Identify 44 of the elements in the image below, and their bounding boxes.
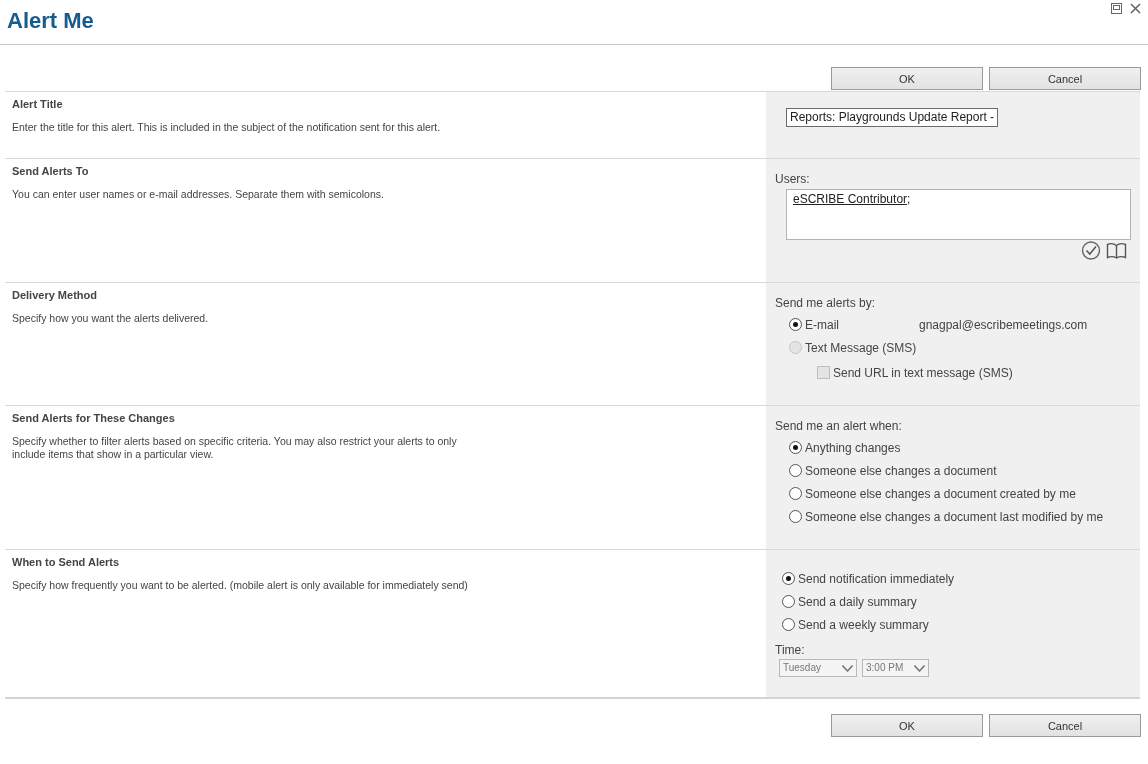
radio-button[interactable] (789, 464, 802, 477)
option-label[interactable]: Send a weekly summary (798, 617, 929, 632)
radio-button[interactable] (782, 595, 795, 608)
users-label: Users: (775, 172, 810, 186)
section-title: When to Send Alerts (12, 555, 121, 569)
section-title: Send Alerts To (12, 164, 90, 178)
cancel-button[interactable]: Cancel (989, 67, 1141, 90)
section-description: Specify how frequently you want to be alerted. (mobile alert is only available for immediately send) (12, 579, 469, 592)
radio-button[interactable] (789, 510, 802, 523)
option-label[interactable]: Anything changes (805, 440, 916, 455)
radio-button[interactable] (789, 441, 802, 454)
alert-title-field[interactable]: Reports: Playgrounds Update Report - (786, 108, 999, 127)
section-title: Send Alerts for These Changes (12, 411, 176, 425)
dialog-title: Alert Me (7, 8, 94, 34)
radio-button[interactable] (789, 487, 802, 500)
ok-button[interactable]: OK (831, 714, 983, 737)
email-address: gnagpal@escribemeetings.com (919, 317, 1088, 332)
option-label[interactable]: Someone else changes a document created by me (805, 486, 1076, 501)
chevron-down-icon (842, 664, 853, 672)
section-title: Alert Title (12, 97, 64, 111)
section-description: Enter the title for this alert. This is included in the subject of the notification sent for this alert. (12, 121, 442, 134)
cancel-button[interactable]: Cancel (989, 714, 1141, 737)
option-label[interactable]: E-mail (805, 317, 916, 332)
radio-button[interactable] (782, 618, 795, 631)
radio-button[interactable] (789, 318, 802, 331)
section-title: Delivery Method (12, 288, 98, 302)
users-field[interactable]: eSCRIBE Contributor; (786, 189, 1131, 240)
option-label[interactable]: Someone else changes a document (805, 463, 997, 478)
section-description: Specify whether to filter alerts based on specific criteria. You may also restrict your alerts to only include items that show in a particular view. (12, 435, 458, 461)
prompt-label: Send me an alert when: (775, 419, 902, 433)
ok-button[interactable]: OK (831, 67, 983, 90)
section-description: Specify how you want the alerts delivered. (12, 312, 210, 325)
option-label[interactable]: Send notification immediately (798, 571, 955, 586)
section-description: You can enter user names or e-mail addresses. Separate them with semicolons. (12, 188, 385, 201)
restore-icon[interactable] (1111, 3, 1122, 14)
option-label[interactable]: Send a daily summary (798, 594, 917, 609)
option-label[interactable]: Someone else changes a document last modified by me (805, 509, 1104, 524)
radio-button[interactable] (782, 572, 795, 585)
close-icon[interactable] (1130, 3, 1141, 14)
time-label: Time: (775, 643, 805, 657)
chevron-down-icon (914, 664, 925, 672)
address-book-icon[interactable] (1106, 241, 1127, 260)
prompt-label: Send me alerts by: (775, 296, 876, 310)
check-names-icon[interactable] (1081, 241, 1102, 260)
